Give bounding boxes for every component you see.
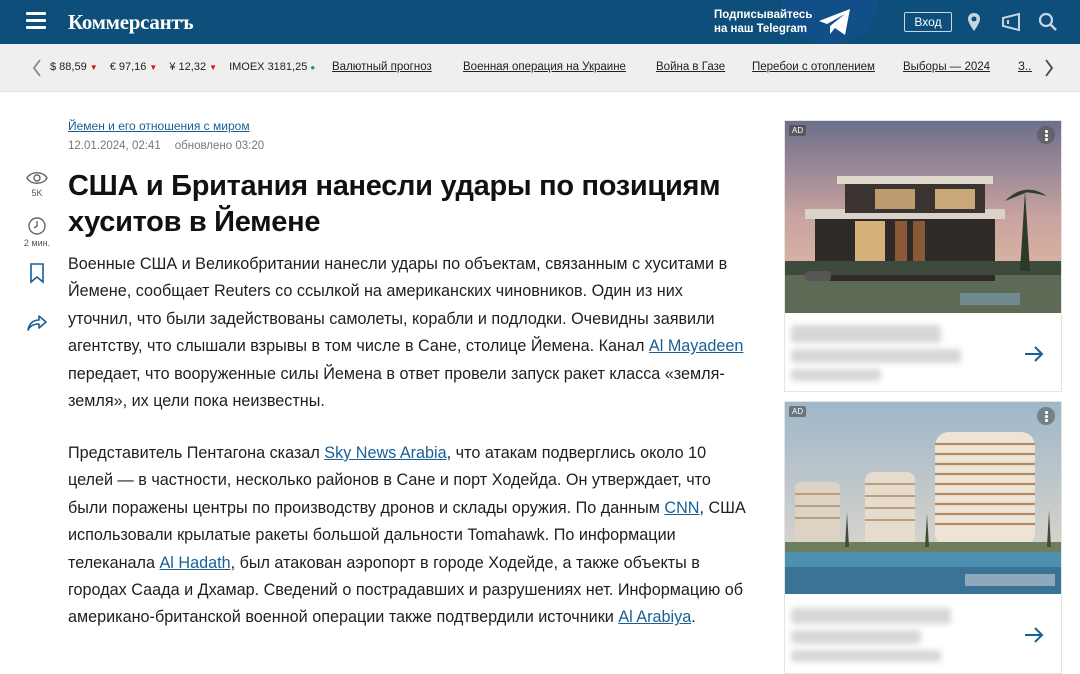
ad-text-placeholder [791,630,921,644]
top-header: Коммерсантъ Подписывайтесь на наш Telegr… [0,0,1080,44]
ad-text-placeholder [791,650,941,662]
ticker-link[interactable]: Военная операция на Украине [463,61,626,73]
share-button[interactable] [22,313,52,335]
ad-badge: AD [789,406,807,417]
article-paragraph: Военные США и Великобритании нанесли уда… [68,255,744,411]
location-icon[interactable] [963,11,985,33]
bookmark-button[interactable] [22,262,52,286]
article-rubric[interactable]: Йемен и его отношения с миром [68,119,250,133]
bookmark-icon [30,263,44,284]
ad-text-placeholder [791,325,941,343]
publish-date: 12.01.2024, 02:41 [68,140,161,152]
article-paragraph: Представитель Пентагона сказал Sky News … [68,444,746,627]
arrow-right-icon[interactable] [1023,345,1045,363]
trend-up-icon: ● [310,63,316,72]
ad-image-towers[interactable]: AD [785,402,1061,594]
ticker-link[interactable]: Война в Газе [656,61,725,73]
ticker-bar: $ 88,59 ▼ € 97,16 ▼ ¥ 12,32 ▼ IMOEX 3181,25… [0,44,1080,92]
eye-icon [26,172,48,184]
article-dateline: 12.01.2024, 02:41 обновлено 03:20 [68,140,264,152]
trend-down-icon: ▼ [209,63,217,72]
menu-icon[interactable] [26,12,46,30]
telegram-promo-text[interactable]: Подписывайтесь на наш Telegram [714,8,812,36]
exchange-rates: $ 88,59 ▼ € 97,16 ▼ ¥ 12,32 ▼ IMOEX 3181,25… [50,61,324,73]
ticker-link[interactable]: Перебои с отоплением [752,61,875,73]
arrow-right-icon[interactable] [1023,626,1045,644]
login-button[interactable]: Вход [904,12,952,32]
ad-badge: AD [789,125,807,136]
more-options-icon[interactable] [1037,126,1055,144]
source-link[interactable]: Sky News Arabia [324,444,446,462]
source-link[interactable]: Al Mayadeen [649,337,744,355]
towers-image [785,402,1061,594]
ticker-next-icon[interactable] [1042,57,1056,79]
ad-image-villa[interactable]: AD [785,121,1061,313]
source-link[interactable]: Al Hadath [159,554,230,572]
rate-cny[interactable]: ¥ 12,32 ▼ [169,61,217,73]
ad-text-placeholder [791,349,961,363]
source-link[interactable]: Al Arabiya [618,608,691,626]
radio-icon[interactable] [1000,11,1022,33]
rate-imoex[interactable]: IMOEX 3181,25 ● [229,61,315,73]
views-counter: 5K [22,170,52,198]
telegram-icon[interactable] [816,7,854,37]
rate-usd[interactable]: $ 88,59 ▼ [50,61,98,73]
trend-down-icon: ▼ [149,63,158,72]
more-options-icon[interactable] [1037,407,1055,425]
ticker-link[interactable]: З... [1018,61,1032,73]
source-link[interactable]: CNN [664,499,699,517]
ticker-link[interactable]: Выборы — 2024 [903,61,990,73]
ad-text-placeholder [791,369,881,381]
ad-text-placeholder [791,608,951,624]
updated-time: обновлено 03:20 [174,140,265,152]
read-time: 2 мин. [22,216,52,248]
share-icon [27,315,47,331]
ticker-link[interactable]: Валютный прогноз [332,61,432,73]
ad-card[interactable]: AD [784,120,1062,392]
clock-icon [28,217,46,235]
search-icon[interactable] [1037,11,1059,33]
rate-eur[interactable]: € 97,16 ▼ [110,61,158,73]
site-logo[interactable]: Коммерсантъ [68,10,194,35]
ad-card[interactable]: AD [784,401,1062,674]
trend-down-icon: ▼ [89,63,98,72]
ticker-prev-icon[interactable] [30,57,44,79]
villa-image [785,121,1061,313]
article-title: США и Британия нанесли удары по позициям… [68,170,721,238]
